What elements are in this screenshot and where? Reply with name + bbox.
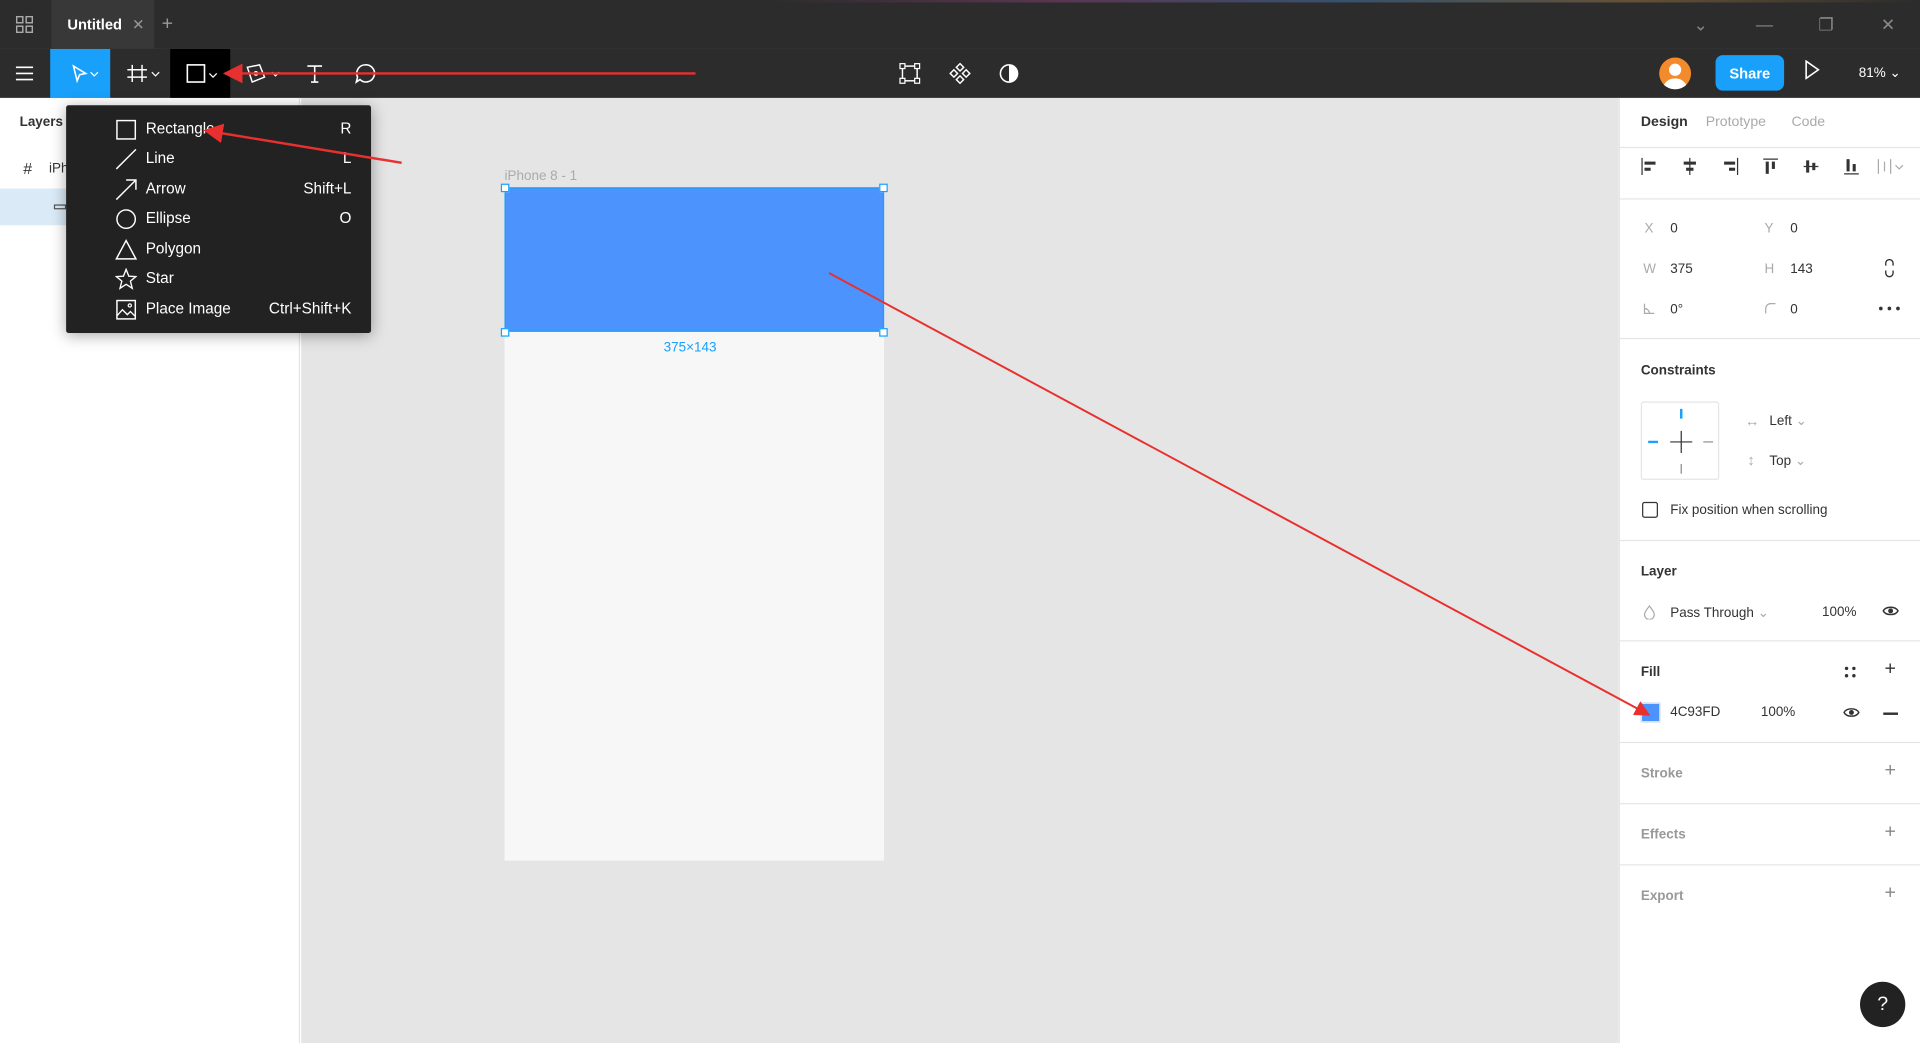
figma-window: Untitled ✕ + ⌄ — ❐ ✕ Share 81% ⌄ Layers … bbox=[0, 0, 1920, 1043]
annotation-arrow bbox=[828, 272, 1651, 716]
annotation-arrow bbox=[203, 123, 402, 165]
annotation-overlay bbox=[203, 63, 1651, 716]
